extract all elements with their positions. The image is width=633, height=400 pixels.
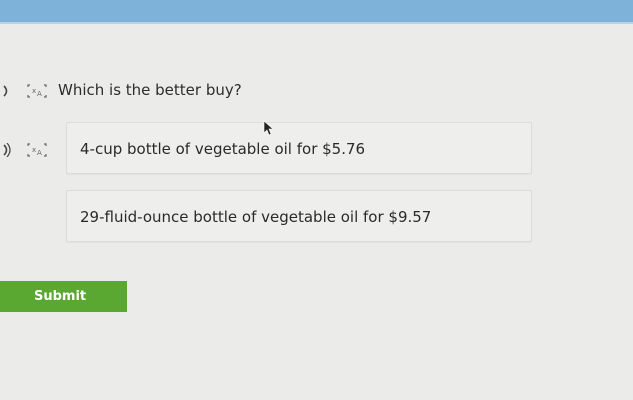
speaker-icon[interactable] [2, 84, 12, 98]
top-banner-divider [0, 22, 633, 24]
answer-option-label: 4-cup bottle of vegetable oil for $5.76 [80, 140, 366, 158]
translate-icon[interactable]: x A [26, 82, 48, 100]
mouse-cursor-icon [263, 120, 273, 136]
submit-button[interactable]: Submit [0, 281, 127, 312]
svg-text:A: A [37, 90, 42, 98]
top-banner [0, 0, 633, 22]
svg-text:A: A [37, 149, 42, 157]
translate-icon[interactable]: x A [26, 141, 48, 159]
answer-option-2[interactable]: 29-fluid-ounce bottle of vegetable oil f… [66, 190, 532, 242]
svg-text:x: x [32, 87, 36, 95]
question-text: Which is the better buy? [58, 81, 242, 99]
svg-text:x: x [32, 146, 36, 154]
answer-option-1[interactable]: 4-cup bottle of vegetable oil for $5.76 [66, 122, 532, 174]
speaker-icon[interactable] [2, 143, 12, 157]
answer-option-label: 29-fluid-ounce bottle of vegetable oil f… [80, 208, 432, 226]
